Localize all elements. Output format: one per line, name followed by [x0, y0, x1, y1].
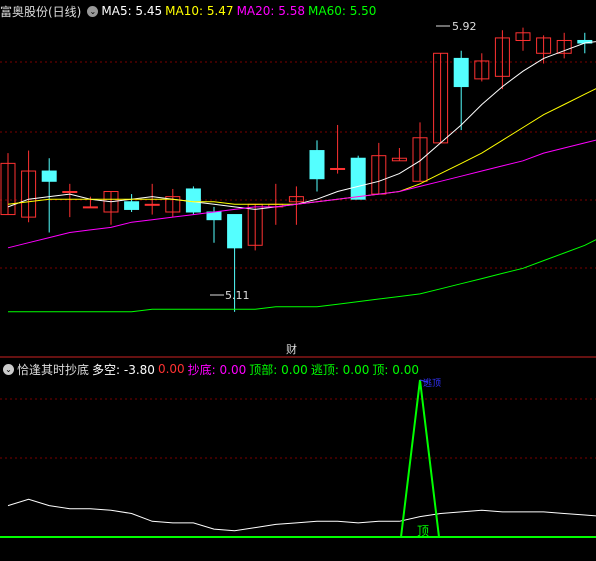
ma5-line [7, 41, 596, 210]
ma10-line [7, 88, 596, 205]
low-label: 5.11 [225, 289, 250, 302]
candle-body [227, 214, 243, 249]
candle-body [144, 203, 160, 206]
candle-body [124, 201, 140, 210]
chart-window: { "top_header": { "stock": "富奥股份(日线)", "… [0, 0, 596, 561]
high-label: 5.92 [452, 20, 477, 33]
chart-canvas: 5.92 5.11 财 顶 逃顶 [0, 20, 596, 538]
candle-body [309, 150, 325, 180]
candle-body [82, 206, 98, 209]
annotations: 5.92 5.11 财 顶 逃顶 [210, 20, 477, 538]
duokong-line [7, 498, 596, 532]
candle-body [206, 211, 222, 221]
candle-body [185, 188, 201, 213]
candle-body [330, 167, 346, 170]
ding-label: 顶 [417, 524, 429, 538]
candle-body [350, 157, 366, 200]
candles [0, 27, 593, 312]
cai-badge[interactable]: 财 [286, 342, 297, 356]
moving-averages [7, 41, 596, 313]
peak-label: 逃顶 [423, 377, 441, 389]
candle-body [41, 170, 57, 182]
ma20-line [7, 139, 596, 249]
candle-body [453, 57, 469, 88]
ma60-line [8, 239, 596, 313]
indicator-grid [0, 398, 596, 459]
candle-body [62, 191, 78, 194]
